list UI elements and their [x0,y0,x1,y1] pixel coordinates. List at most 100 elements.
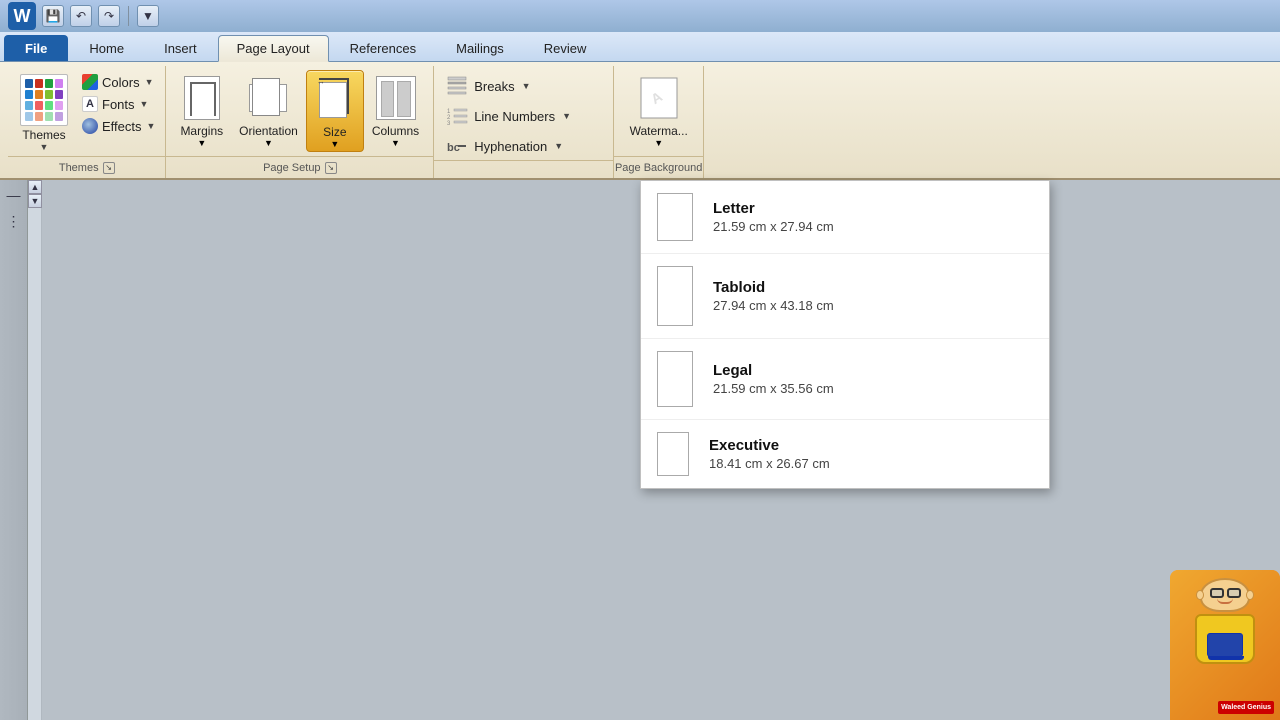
orientation-icon [248,74,288,122]
left-toolbar-btn-2[interactable]: ⋮ [3,210,25,232]
legal-icon [657,351,693,407]
margins-button[interactable]: Margins ▼ [172,70,231,150]
quick-access-button[interactable]: ▼ [137,5,159,27]
breaks-icon [446,75,468,97]
mascot-badge: Waleed Genius [1218,701,1274,714]
size-dropdown: Letter 21.59 cm x 27.94 cm Tabloid 27.94… [640,180,1050,489]
vertical-ruler: ▲ ▼ [28,180,42,720]
svg-text:bc: bc [447,142,460,154]
line-numbers-icon: 1 2 3 [446,105,468,127]
hyphenation-icon: bc [446,135,468,157]
themes-group-label: Themes ↘ [8,156,165,178]
fonts-label: Fonts [102,97,135,112]
toolbar-separator [128,6,129,26]
watermark-label: Waterma... [630,124,688,138]
breaks-arrow: ▼ [522,81,531,91]
legal-text: Legal 21.59 cm x 35.56 cm [713,362,834,396]
executive-icon [657,432,689,476]
hyphenation-label: Hyphenation [474,139,547,154]
executive-dims: 18.41 cm x 26.67 cm [709,456,830,471]
watermark-button[interactable]: A Waterma... ▼ [622,70,696,150]
colors-button[interactable]: Colors ▼ [78,72,159,92]
breaks-button[interactable]: Breaks ▼ [440,72,536,100]
themes-expand-button[interactable]: ↘ [103,162,115,174]
executive-text: Executive 18.41 cm x 26.67 cm [709,437,830,471]
hyphenation-button[interactable]: bc Hyphenation ▼ [440,132,569,160]
page-background-group: A Waterma... ▼ Page Background [614,66,704,178]
title-bar: W 💾 ↶ ↷ ▼ [0,0,1280,32]
tab-references[interactable]: References [331,35,435,61]
page-setup-expand[interactable]: ↘ [325,162,337,174]
themes-label: Themes [22,128,65,142]
watermark-icon: A [639,74,679,122]
word-icon: W [8,2,36,30]
save-button[interactable]: 💾 [42,5,64,27]
size-item-legal[interactable]: Legal 21.59 cm x 35.56 cm [641,339,1049,420]
themes-side-buttons: Colors ▼ A Fonts ▼ Effects ▼ [78,70,159,138]
legal-dims: 21.59 cm x 35.56 cm [713,381,834,396]
breaks-label: Breaks [474,79,514,94]
orientation-arrow: ▼ [264,138,273,148]
left-toolbar-btn-1[interactable]: — [3,184,25,206]
orientation-label: Orientation [239,124,298,138]
themes-group: Themes ▼ Colors ▼ A Fonts ▼ [8,66,166,178]
tabloid-icon [657,266,693,326]
letter-text: Letter 21.59 cm x 27.94 cm [713,200,834,234]
page-background-label: Page Background [614,156,703,178]
scroll-up-button[interactable]: ▲ [28,180,42,194]
ribbon: Themes ▼ Colors ▼ A Fonts ▼ [0,62,1280,180]
size-item-letter[interactable]: Letter 21.59 cm x 27.94 cm [641,181,1049,254]
letter-name: Letter [713,200,834,217]
fonts-icon: A [82,96,98,112]
size-item-tabloid[interactable]: Tabloid 27.94 cm x 43.18 cm [641,254,1049,339]
legal-name: Legal [713,362,834,379]
scroll-down-button[interactable]: ▼ [28,194,42,208]
effects-button[interactable]: Effects ▼ [78,116,159,136]
letter-icon [657,193,693,241]
page-setup-extra-label [434,160,613,178]
orientation-button[interactable]: Orientation ▼ [231,70,306,150]
themes-button[interactable]: Themes ▼ [14,70,74,156]
columns-arrow: ▼ [391,138,400,148]
page-setup-group: Margins ▼ Orientation ▼ [166,66,434,178]
effects-arrow: ▼ [147,121,156,131]
letter-dims: 21.59 cm x 27.94 cm [713,219,834,234]
svg-text:3: 3 [447,121,451,127]
tab-home[interactable]: Home [70,35,143,61]
colors-arrow: ▼ [145,77,154,87]
themes-arrow: ▼ [40,142,49,152]
colors-label: Colors [102,75,140,90]
line-numbers-button[interactable]: 1 2 3 Line Numbers ▼ [440,102,577,130]
undo-button[interactable]: ↶ [70,5,92,27]
mascot: Waleed Genius [1170,570,1280,720]
columns-icon [376,74,416,122]
executive-name: Executive [709,437,830,454]
tab-review[interactable]: Review [525,35,606,61]
size-label: Size [323,125,346,139]
size-item-executive[interactable]: Executive 18.41 cm x 26.67 cm [641,420,1049,488]
themes-icon [20,74,68,126]
tab-pagelayout[interactable]: Page Layout [218,35,329,62]
colors-icon [82,74,98,90]
hyphenation-arrow: ▼ [554,141,563,151]
margins-icon [182,74,222,122]
effects-icon [82,118,98,134]
size-arrow: ▼ [330,139,339,149]
left-toolbar: — ⋮ [0,180,28,720]
ribbon-tabs: File Home Insert Page Layout References … [0,32,1280,62]
redo-button[interactable]: ↷ [98,5,120,27]
tab-mailings[interactable]: Mailings [437,35,523,61]
effects-label: Effects [102,119,142,134]
columns-button[interactable]: Columns ▼ [364,70,427,150]
tabloid-text: Tabloid 27.94 cm x 43.18 cm [713,279,834,313]
size-button[interactable]: ↔ Size ▼ [306,70,364,152]
tabloid-dims: 27.94 cm x 43.18 cm [713,298,834,313]
line-numbers-arrow: ▼ [562,111,571,121]
fonts-arrow: ▼ [140,99,149,109]
tab-file[interactable]: File [4,35,68,61]
page-setup-label: Page Setup ↘ [166,156,433,178]
page-setup-extra-group: Breaks ▼ 1 2 3 Line Numbers [434,66,614,178]
watermark-arrow: ▼ [654,138,663,148]
tab-insert[interactable]: Insert [145,35,216,61]
fonts-button[interactable]: A Fonts ▼ [78,94,159,114]
